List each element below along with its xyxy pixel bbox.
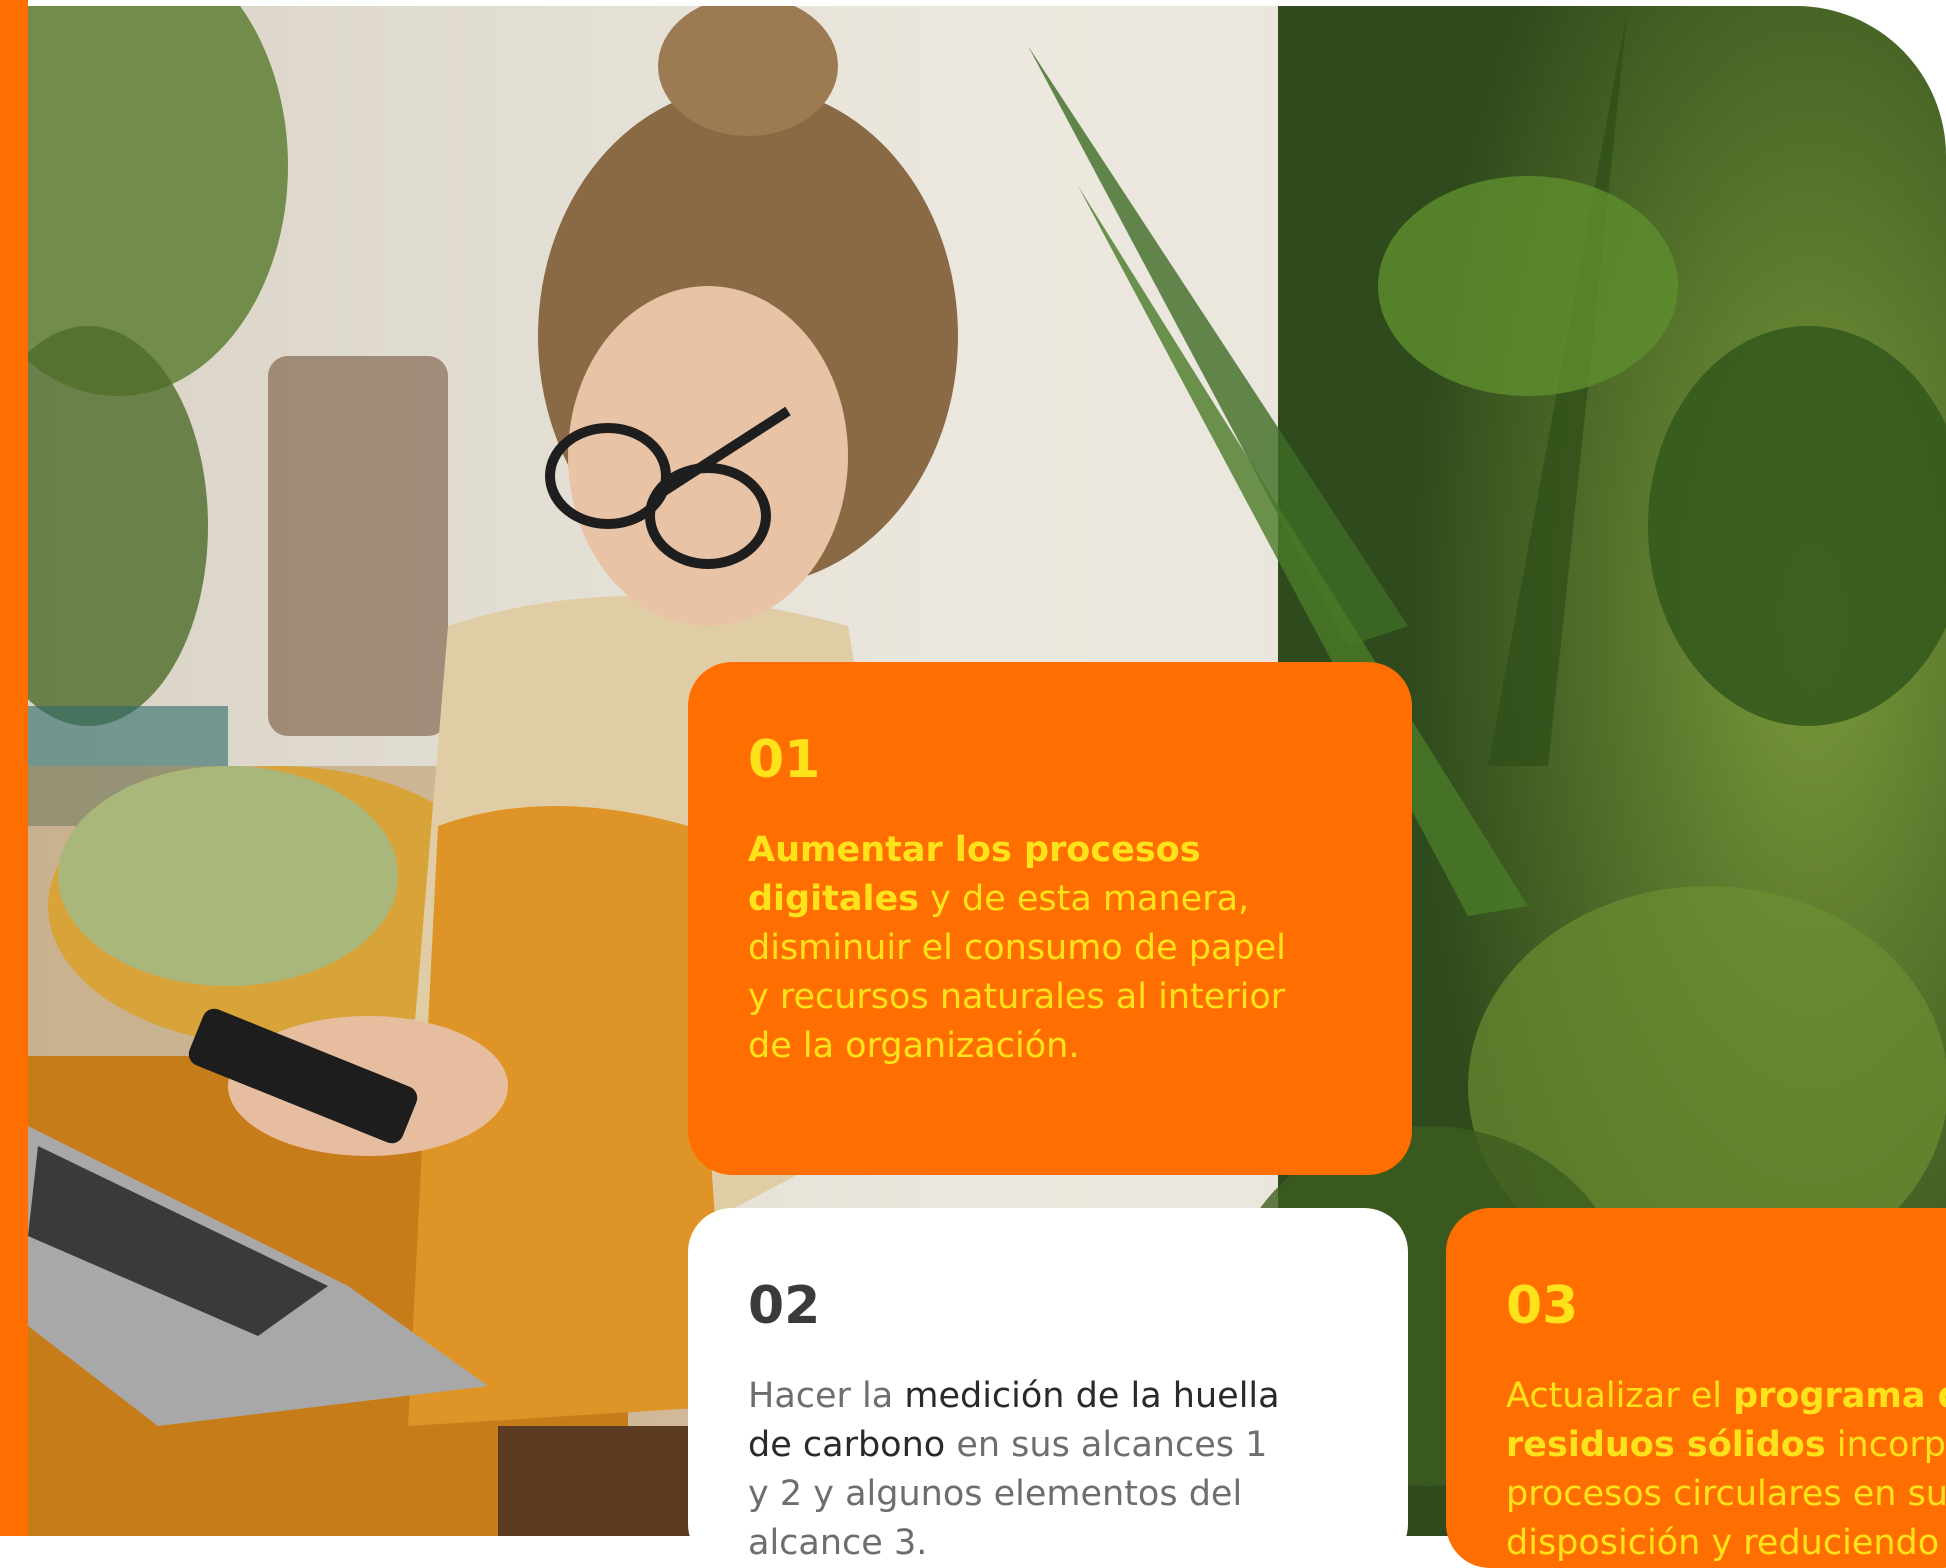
goal-line: Aumentar los procesos (748, 826, 1354, 875)
goal-line: procesos circulares en su (1506, 1470, 1946, 1519)
goal-line: Actualizar el programa d (1506, 1372, 1946, 1421)
goal-line: residuos sólidos incorpor (1506, 1421, 1946, 1470)
goal-text: Actualizar el (1506, 1376, 1734, 1416)
goal-card-02: 02 Hacer la medición de la huella de car… (688, 1208, 1408, 1568)
goal-description: Hacer la medición de la huella de carbon… (748, 1372, 1350, 1568)
goal-line: disposición y reduciendo (1506, 1519, 1939, 1568)
goal-line: Hacer la medición de la huella (748, 1372, 1350, 1421)
goal-line: digitales y de esta manera, (748, 875, 1354, 924)
goal-text: y recursos naturales al interior (748, 977, 1286, 1017)
goal-text: Hacer la (748, 1376, 905, 1416)
goal-text: incorpor (1836, 1425, 1946, 1465)
goal-highlight: digitales (748, 879, 920, 919)
goal-text: y 2 y algunos elementos del (748, 1474, 1243, 1514)
goal-highlight: medición de la huella (904, 1376, 1280, 1416)
goal-highlight: de carbono (748, 1425, 946, 1465)
goal-highlight: Aumentar los procesos (748, 830, 1201, 870)
goal-line: y recursos naturales al interior (748, 973, 1354, 1022)
goal-line: y 2 y algunos elementos del (748, 1470, 1350, 1519)
goal-number: 01 (748, 730, 821, 790)
goal-description: Aumentar los procesos digitales y de est… (748, 826, 1354, 1071)
goal-card-01: 01 Aumentar los procesos digitales y de … (688, 662, 1412, 1175)
goal-text: en sus alcances 1 (945, 1425, 1268, 1465)
goal-line: alcance 3. (748, 1519, 1350, 1568)
goal-card-03: 03 Actualizar el programa d residuos sól… (1446, 1208, 1946, 1568)
goal-number: 03 (1506, 1276, 1579, 1336)
goal-text: y de esta manera, (919, 879, 1250, 919)
goal-line: de carbono en sus alcances 1 (748, 1421, 1350, 1470)
goal-line: disminuir el consumo de papel (748, 924, 1354, 973)
goal-text: disposición y reduciendo (1506, 1523, 1940, 1563)
goal-text: alcance 3. (748, 1523, 928, 1563)
goal-line: de la organización. (748, 1022, 1354, 1071)
goal-text: procesos circulares en su (1506, 1474, 1946, 1514)
goal-highlight: residuos sólidos (1506, 1425, 1826, 1465)
goal-text: disminuir el consumo de papel (748, 928, 1286, 968)
goal-description: Actualizar el programa d residuos sólido… (1506, 1372, 1946, 1568)
goal-text: de la organización. (748, 1026, 1080, 1066)
left-accent-bar (0, 0, 28, 1536)
goal-number: 02 (748, 1276, 821, 1336)
goal-highlight: programa d (1733, 1376, 1946, 1416)
